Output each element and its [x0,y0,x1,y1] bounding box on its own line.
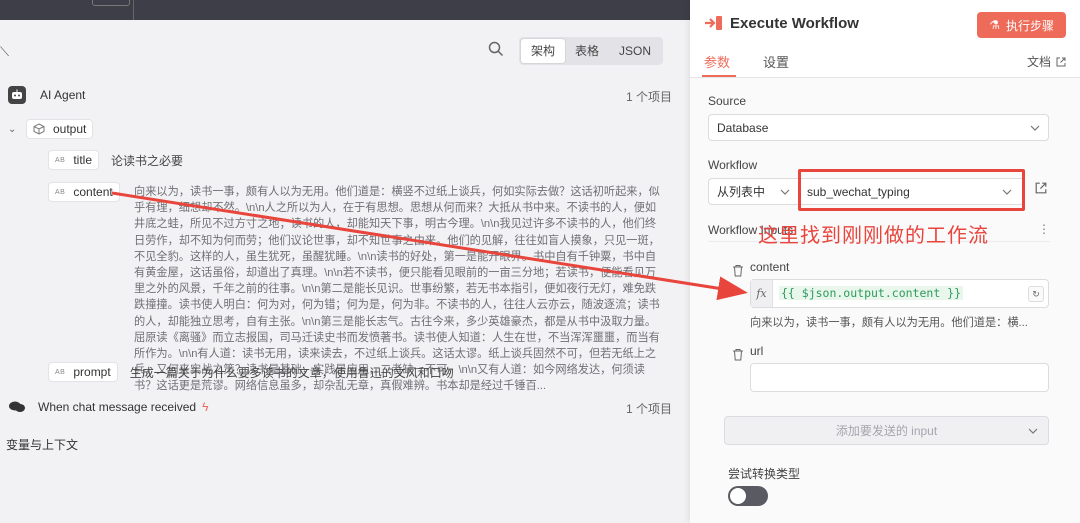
view-tab-table[interactable]: 表格 [565,39,609,63]
panel-title: Execute Workflow [704,14,859,32]
toggle-knob [730,488,746,504]
execute-step-label: 执行步骤 [1005,18,1054,33]
content-field-row[interactable]: AB content [48,182,120,202]
title-tag[interactable]: AB title [48,150,100,170]
source-label: Source [708,94,747,108]
content-expression-input[interactable]: fx {{ $json.output.content }} ↻ [750,279,1049,308]
workflow-label: Workflow [708,158,758,172]
more-options-icon[interactable]: ⋮ [1038,222,1050,236]
url-input[interactable] [750,363,1049,392]
lightning-icon: ϟ [202,400,209,414]
output-label: output [53,122,87,136]
parameters-body: Source Database Workflow 从列表中 sub_wechat… [690,78,1080,523]
content-expression: {{ $json.output.content }} [779,286,964,300]
fx-icon: fx [751,280,773,307]
annotation-text: 这里找到刚刚做的工作流 [758,225,989,247]
source-select[interactable]: Database [708,114,1049,141]
search-icon[interactable] [487,40,505,58]
source-value: Database [717,120,769,135]
cube-icon [33,123,45,135]
docs-link[interactable]: 文档 [1027,53,1066,70]
refresh-icon[interactable]: ↻ [1028,286,1044,302]
tab-parameters[interactable]: 参数 [704,52,730,71]
variables-context-section[interactable]: 变量与上下文 [6,436,78,453]
prompt-field-value: 生成一篇关于为什么要多读书的文章，使用鲁迅的文风和口吻 [129,365,454,380]
title-field-name: title [73,153,93,167]
active-tab-indicator [702,75,736,77]
view-mode-toggle: 架构 表格 JSON [519,37,664,65]
trash-icon[interactable] [732,348,744,361]
chat-trigger-node-row[interactable]: When chat message received ϟ [8,398,208,416]
chevron-down-icon [1028,428,1038,434]
text-type-icon: AB [55,188,66,196]
workflow-mode-value: 从列表中 [717,185,766,199]
chevron-down-icon [780,189,790,195]
chat-trigger-label: When chat message received [38,400,197,414]
output-tag[interactable]: output [26,119,94,139]
chevron-down-icon [1030,125,1040,131]
chat-trigger-count: 1 个项目 [625,402,672,416]
add-input-select[interactable]: 添加要发送的 input [724,416,1049,445]
text-type-icon: AB [55,368,66,376]
input-data-panel: ⟍ 架构 表格 JSON AI Agent 1 个项目 ⌄ output AB … [0,20,690,523]
flask-icon: ⚗ [989,18,1000,32]
try-convert-types-label: 尝试转换类型 [728,467,801,481]
chevron-down-icon[interactable]: ⌄ [8,124,22,135]
view-tab-schema[interactable]: 架构 [521,39,566,63]
workflow-mode-select[interactable]: 从列表中 [708,178,798,205]
prompt-field-row[interactable]: AB prompt 生成一篇关于为什么要多读书的文章，使用鲁迅的文风和口吻 [48,362,454,382]
trash-icon[interactable] [732,264,744,277]
content-input-label: content [750,260,790,274]
view-tab-json[interactable]: JSON [609,39,661,63]
ai-agent-count: 1 个项目 [625,90,672,104]
prompt-tag[interactable]: AB prompt [48,362,118,382]
title-field-value: 论读书之必要 [111,153,184,168]
docs-link-label: 文档 [1026,55,1051,69]
top-separator [133,0,134,20]
panel-title-text: Execute Workflow [730,14,859,32]
execute-workflow-icon [705,16,722,30]
robot-icon [8,86,26,104]
top-tab[interactable] [92,0,130,6]
title-field-row[interactable]: AB title 论读书之必要 [48,150,183,170]
ai-agent-label: AI Agent [40,88,86,102]
execute-step-button[interactable]: ⚗ 执行步骤 [977,12,1066,38]
top-bar [0,0,690,20]
open-workflow-icon[interactable] [1035,182,1047,194]
add-input-placeholder: 添加要发送的 input [835,424,938,438]
external-link-icon [1056,57,1066,66]
node-parameters-panel: Execute Workflow ⚗ 执行步骤 参数 设置 文档 Source … [690,0,1080,523]
output-field-row[interactable]: ⌄ output [8,119,94,139]
text-type-icon: AB [55,156,66,164]
panel-tabs: 参数 设置 文档 [690,44,1080,78]
try-convert-types-toggle[interactable] [728,486,768,506]
content-field-name: content [73,185,113,199]
highlight-box [798,169,1025,211]
collapse-icon[interactable]: ⟍ [0,44,9,60]
content-preview: 向来以为，读书一事，颇有人以为无用。他们道是：横... [750,317,1028,329]
prompt-field-name: prompt [73,365,111,379]
content-tag[interactable]: AB content [48,182,120,202]
url-input-label: url [750,344,764,358]
ai-agent-node-row[interactable]: AI Agent [8,86,85,104]
chat-bubble-icon [8,398,26,416]
tab-settings[interactable]: 设置 [763,52,789,71]
